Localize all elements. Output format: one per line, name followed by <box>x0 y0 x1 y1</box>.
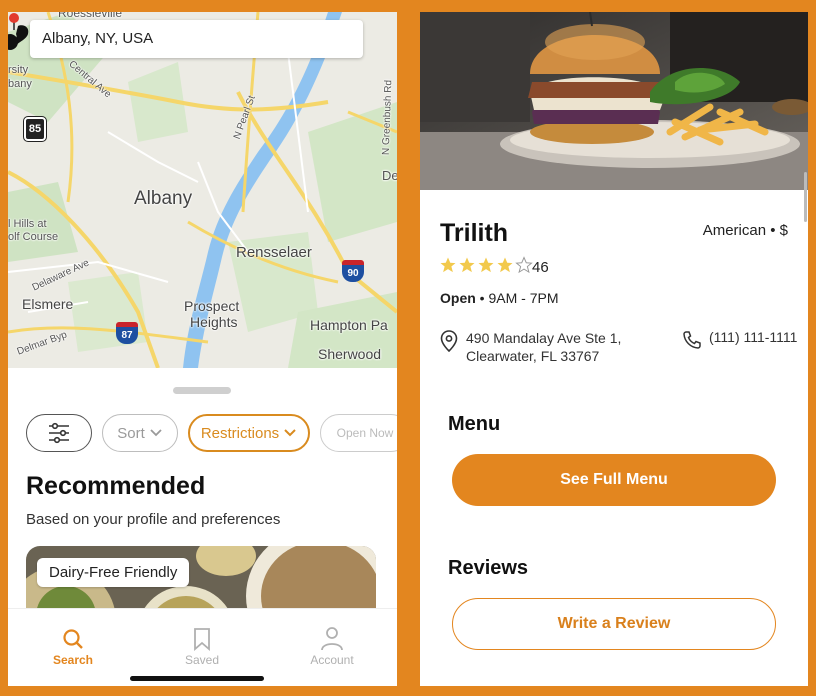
restaurant-detail-screen: Trilith American • $ 46 Open • 9AM - 7PM… <box>420 12 808 686</box>
sort-chip[interactable]: Sort <box>102 414 178 452</box>
restaurant-address[interactable]: 490 Mandalay Ave Ste 1, Clearwater, FL 3… <box>466 329 621 365</box>
recommended-subtitle: Based on your profile and preferences <box>26 511 281 528</box>
star-filled-icon <box>497 257 513 273</box>
person-icon <box>321 627 343 651</box>
restrictions-chip[interactable]: Restrictions <box>188 414 310 452</box>
sliders-icon <box>49 422 69 444</box>
map-label-rensselaer: Rensselaer <box>236 244 312 261</box>
map-label-golf: olf Course <box>8 231 59 243</box>
map-label-rsity: rsity <box>8 64 29 76</box>
map-label-albany: Albany <box>134 188 193 209</box>
map-view[interactable]: Roessleville rsity bany Central Ave N Pe… <box>8 12 397 368</box>
scroll-indicator <box>804 172 807 222</box>
opening-hours: Open • 9AM - 7PM <box>440 290 558 306</box>
star-filled-icon <box>440 257 456 273</box>
search-screen: Roessleville rsity bany Central Ave N Pe… <box>8 12 397 686</box>
see-full-menu-button[interactable]: See Full Menu <box>452 454 776 506</box>
open-status: Open <box>440 290 476 306</box>
address-line1: 490 Mandalay Ave Ste 1, <box>466 330 622 346</box>
write-review-button[interactable]: Write a Review <box>452 598 776 650</box>
cuisine-price: American • $ <box>702 222 788 239</box>
map-label-sherwood: Sherwood <box>318 346 382 362</box>
tab-search-label: Search <box>52 653 94 667</box>
burger-photo <box>420 12 808 190</box>
map-label-bany: bany <box>8 78 32 90</box>
sheet-drag-handle[interactable] <box>173 387 231 394</box>
interstate-shield-87: 87 <box>116 322 138 344</box>
restaurant-phone[interactable]: (111) 111-1111 <box>709 329 797 345</box>
star-filled-icon <box>459 257 475 273</box>
reviews-section-title: Reviews <box>448 557 529 579</box>
rating-stars <box>439 256 533 274</box>
search-icon <box>63 629 83 649</box>
shield-85-label: 85 <box>28 123 42 135</box>
open-now-chip[interactable]: Open Now <box>320 414 397 452</box>
location-search-input[interactable]: Albany, NY, USA <box>30 20 363 58</box>
map-label-heights: Heights <box>190 314 238 330</box>
tab-account[interactable]: Account <box>282 625 382 667</box>
highway-shield-85: 85 <box>23 116 47 142</box>
tab-search[interactable]: Search <box>23 625 123 667</box>
bottom-tab-bar: Search Saved Account <box>8 608 397 686</box>
open-now-chip-label: Open Now <box>336 426 394 440</box>
dairy-free-badge: Dairy-Free Friendly <box>37 558 190 587</box>
interstate-shield-90: 90 <box>342 260 364 282</box>
restaurant-hero-image <box>420 12 808 190</box>
map-label-roessleville: Roessleville <box>58 12 123 20</box>
bookmark-icon <box>194 628 210 651</box>
filter-chips: Sort Restrictions Open Now <box>26 414 397 452</box>
sort-chip-label: Sort <box>117 424 145 442</box>
map-label-hampton: Hampton Pa <box>310 317 388 333</box>
address-line2: Clearwater, FL 33767 <box>466 348 600 364</box>
filter-settings-button[interactable] <box>26 414 92 452</box>
chevron-down-icon <box>284 429 296 437</box>
tab-saved[interactable]: Saved <box>152 625 252 667</box>
restaurant-name: Trilith <box>440 219 509 247</box>
shield-87-label: 87 <box>121 330 133 341</box>
map-label-prospect: Prospect <box>184 298 240 314</box>
hours-range: • 9AM - 7PM <box>479 290 559 306</box>
menu-section-title: Menu <box>448 413 501 435</box>
tab-account-label: Account <box>310 653 354 667</box>
map-label-hills: l Hills at <box>8 218 47 230</box>
star-empty-icon <box>515 256 533 274</box>
tab-saved-label: Saved <box>184 653 220 667</box>
star-filled-icon <box>478 257 494 273</box>
map-label-elsmere: Elsmere <box>22 296 74 312</box>
map-label-de: De <box>382 168 397 183</box>
chevron-down-icon <box>150 429 162 437</box>
phone-icon <box>683 331 701 349</box>
restrictions-chip-label: Restrictions <box>200 424 280 442</box>
shield-90-label: 90 <box>347 268 359 279</box>
review-count: 46 <box>532 259 549 276</box>
home-indicator <box>130 676 264 681</box>
map-pin-icon <box>440 330 458 352</box>
recommended-title: Recommended <box>26 472 206 500</box>
